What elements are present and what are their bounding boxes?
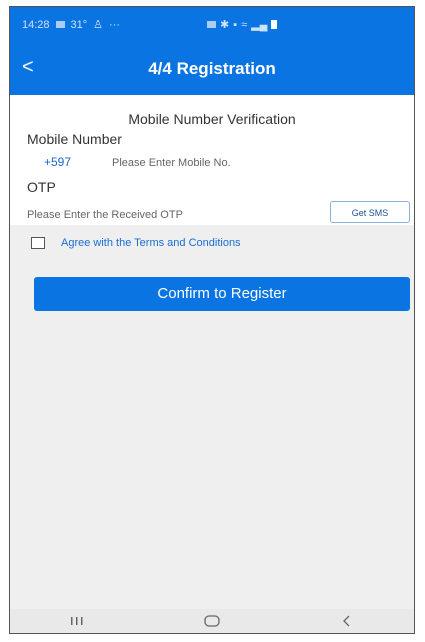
page-title: 4/4 Registration [148, 59, 276, 78]
status-time: 14:28 [22, 18, 50, 31]
section-heading: Mobile Number Verification [128, 111, 296, 127]
terms-agreement[interactable]: Agree with the Terms and Conditions [31, 237, 241, 249]
battery-icon [271, 20, 278, 29]
get-sms-button[interactable]: Get SMS [330, 201, 410, 223]
mobile-number-input[interactable] [110, 153, 364, 173]
wifi-icon: ≈ [241, 18, 248, 31]
person-icon: ♙ [93, 19, 104, 31]
recent-apps-icon[interactable] [57, 609, 97, 633]
status-dots: ··· [109, 18, 121, 31]
phone-screen: 14:28 31° ♙ ··· ✱ ▪ ≈ ▂▄ < 4/4 Registrat… [9, 6, 415, 634]
confirm-register-button[interactable]: Confirm to Register [34, 277, 410, 311]
back-nav-icon[interactable] [327, 609, 367, 633]
terms-link[interactable]: Agree with the Terms and Conditions [61, 237, 241, 249]
status-bar: 14:28 31° ♙ ··· ✱ ▪ ≈ ▂▄ [10, 7, 414, 43]
country-code-selector[interactable]: +597 [44, 155, 71, 169]
signal-icon: ▂▄ [251, 19, 268, 31]
gallery-icon [55, 21, 65, 28]
volte-icon: ▪ [233, 18, 238, 31]
status-temp: 31° [70, 18, 88, 31]
otp-label: OTP [27, 179, 56, 195]
system-nav-bar [10, 609, 414, 633]
home-icon[interactable] [192, 609, 232, 633]
bluetooth-icon: ✱ [220, 19, 230, 31]
title-bar: < 4/4 Registration [10, 43, 414, 95]
otp-input[interactable] [25, 205, 279, 225]
data-icon [207, 21, 216, 28]
mobile-number-label: Mobile Number [27, 131, 122, 147]
terms-checkbox[interactable] [31, 237, 45, 249]
verification-card: Mobile Number Verification Mobile Number… [10, 95, 414, 225]
